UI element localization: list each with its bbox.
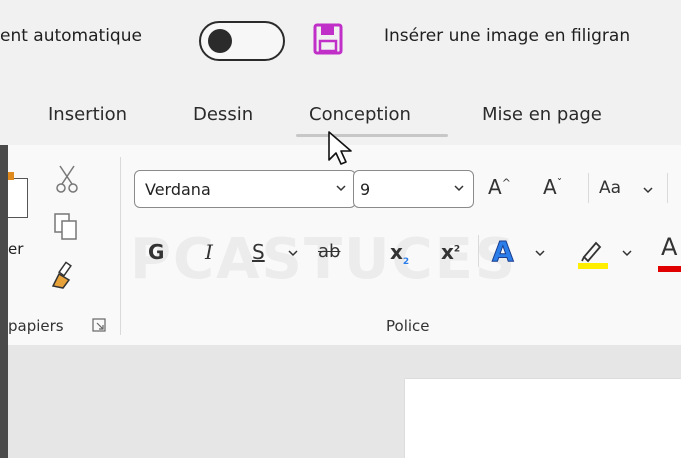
save-icon[interactable] (313, 23, 343, 55)
watermark-command-label[interactable]: Insérer une image en filigran (384, 26, 630, 46)
chevron-down-icon[interactable] (287, 248, 299, 258)
cut-icon[interactable] (55, 164, 79, 194)
autosave-toggle[interactable] (199, 21, 285, 61)
chevron-down-icon[interactable] (335, 183, 347, 193)
font-size-value: 9 (360, 180, 371, 199)
ribbon-home: er papiers PCASTUCES Verdana 9 A^ Aˇ Aa … (8, 145, 681, 345)
font-color-button[interactable]: A (661, 233, 677, 261)
tab-hover-underline (296, 134, 448, 137)
superscript-button[interactable]: x2 (441, 240, 460, 264)
copy-icon[interactable] (53, 212, 79, 242)
tab-insertion[interactable]: Insertion (48, 104, 127, 125)
tab-mise-en-page[interactable]: Mise en page (482, 104, 602, 125)
change-case-button[interactable]: Aa (599, 178, 621, 198)
chevron-down-icon[interactable] (642, 185, 654, 195)
paste-icon[interactable] (8, 178, 28, 218)
window-left-edge (0, 145, 8, 458)
document-page[interactable] (405, 379, 681, 458)
font-name-combo[interactable]: Verdana (134, 170, 356, 208)
chevron-down-icon[interactable] (453, 183, 465, 193)
separator (588, 173, 589, 203)
separator (667, 173, 668, 203)
font-name-value: Verdana (145, 180, 211, 199)
subscript-button[interactable]: x2 (390, 240, 409, 267)
tab-dessin[interactable]: Dessin (193, 104, 253, 125)
font-group-label: Police (386, 317, 430, 335)
underline-button[interactable]: S (252, 240, 265, 264)
toggle-knob (208, 29, 232, 53)
font-size-combo[interactable]: 9 (353, 170, 474, 208)
text-effects-button[interactable]: A (492, 235, 515, 269)
tab-conception[interactable]: Conception (309, 104, 411, 125)
italic-button[interactable]: I (205, 240, 213, 264)
paste-label[interactable]: er (8, 240, 23, 258)
shrink-font-button[interactable]: Aˇ (543, 175, 562, 199)
format-painter-icon[interactable] (49, 260, 79, 290)
font-color-swatch (658, 266, 681, 272)
clipboard-group-label: papiers (8, 317, 64, 335)
chevron-down-icon[interactable] (621, 248, 633, 258)
bold-button[interactable]: G (148, 240, 164, 264)
highlighter-icon[interactable] (576, 235, 610, 271)
group-separator (120, 157, 121, 335)
autosave-label: ent automatique (0, 26, 142, 46)
mouse-pointer-icon (328, 131, 352, 165)
grow-font-button[interactable]: A^ (488, 175, 511, 199)
chevron-down-icon[interactable] (534, 248, 546, 258)
clipboard-launcher-icon[interactable] (92, 318, 106, 332)
separator (478, 235, 479, 267)
strikethrough-button[interactable]: ab (318, 241, 340, 262)
paste-clip-icon (8, 172, 14, 180)
quick-access-toolbar: ent automatique Insérer une image en fil… (0, 0, 681, 85)
